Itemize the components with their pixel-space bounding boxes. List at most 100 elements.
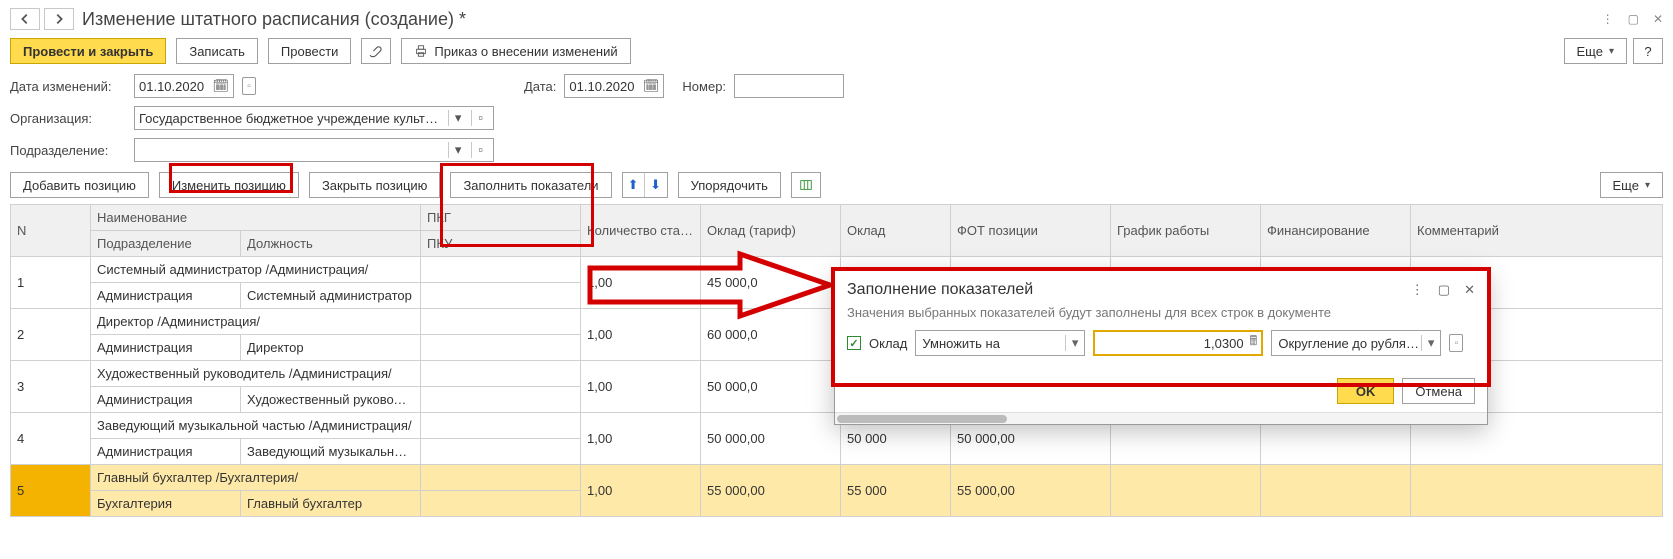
cell-pku	[421, 335, 581, 361]
popup-close-icon[interactable]: ✕	[1464, 282, 1475, 298]
move-down-button[interactable]: ⬇	[645, 173, 667, 197]
cell-name: Системный администратор /Администрация/	[91, 257, 421, 283]
date-input[interactable]: 01.10.2020 🗓	[564, 74, 664, 98]
attach-button[interactable]	[361, 38, 391, 64]
cell-dept: Администрация	[91, 283, 241, 309]
popup-cancel-button[interactable]: Отмена	[1402, 378, 1475, 404]
col-comment: Комментарий	[1411, 205, 1663, 257]
operation-value: Умножить на	[922, 336, 1000, 351]
nav-forward-button[interactable]	[44, 8, 74, 30]
col-n: N	[11, 205, 91, 257]
calculator-icon[interactable]: 🖩	[1250, 332, 1258, 354]
cell-name: Художественный руководитель /Администрац…	[91, 361, 421, 387]
cell-fot: 55 000,00	[951, 465, 1111, 517]
cell-tariff: 55 000,00	[701, 465, 841, 517]
org-label: Организация:	[10, 111, 126, 126]
col-pku: ПКУ	[421, 231, 581, 257]
cell-qty: 1,00	[581, 361, 701, 413]
cell-dept: Бухгалтерия	[91, 491, 241, 517]
arrow-right-icon	[52, 12, 66, 26]
date-change-label: Дата изменений:	[10, 79, 126, 94]
cell-fin	[1261, 465, 1411, 517]
multiplier-value: 1,0300	[1204, 336, 1244, 351]
cell-oklad: 55 000	[841, 465, 951, 517]
chevron-down-icon: ▾	[1421, 335, 1435, 351]
toolbar-more-button[interactable]: Еще ▾	[1564, 38, 1627, 64]
window-new-icon[interactable]: ▢	[1628, 12, 1639, 26]
paperclip-icon	[369, 44, 383, 58]
popup-maximize-icon[interactable]: ▢	[1438, 282, 1450, 298]
nav-back-button[interactable]	[10, 8, 40, 30]
cell-name: Заведующий музыкальной частью /Администр…	[91, 413, 421, 439]
cell-tariff: 45 000,0	[701, 257, 841, 309]
calendar-icon[interactable]: 🗓	[643, 78, 660, 94]
org-input[interactable]: Государственное бюджетное учреждение кул…	[134, 106, 494, 130]
chevron-down-icon[interactable]: ▾	[448, 110, 468, 126]
operation-select[interactable]: Умножить на ▾	[915, 330, 1085, 356]
rounding-select[interactable]: Округление до рубля в бол ▾	[1271, 330, 1441, 356]
cell-name: Главный бухгалтер /Бухгалтерия/	[91, 465, 421, 491]
cell-sched	[1111, 465, 1261, 517]
fill-indicators-popup: Заполнение показателей ⋮ ▢ ✕ Значения вы…	[834, 270, 1488, 425]
sort-button[interactable]: Упорядочить	[678, 172, 781, 198]
cell-pkg	[421, 465, 581, 491]
calendar-icon[interactable]: 🗓	[212, 78, 229, 94]
print-order-button[interactable]: Приказ о внесении изменений	[401, 38, 630, 64]
close-position-button[interactable]: Закрыть позицию	[309, 172, 441, 198]
col-qty: Количество ставок	[581, 205, 701, 257]
cell-pkg	[421, 309, 581, 335]
oklad-checkbox[interactable]: ✓	[847, 336, 861, 350]
date-change-input[interactable]: 01.10.2020 🗓	[134, 74, 234, 98]
col-name: Наименование	[91, 205, 421, 231]
number-input[interactable]	[734, 74, 844, 98]
popup-scrollbar[interactable]	[835, 412, 1487, 424]
window-close-icon[interactable]: ✕	[1653, 12, 1663, 26]
add-position-button[interactable]: Добавить позицию	[10, 172, 149, 198]
col-fin: Финансирование	[1261, 205, 1411, 257]
print-order-label: Приказ о внесении изменений	[434, 44, 617, 59]
cell-pku	[421, 491, 581, 517]
arrow-up-icon: ⬆	[628, 177, 639, 193]
window-more-icon[interactable]: ⋮	[1602, 12, 1614, 26]
cell-n: 1	[11, 257, 91, 309]
cell-pkg	[421, 361, 581, 387]
columns-settings-button[interactable]	[791, 172, 821, 198]
cell-pku	[421, 283, 581, 309]
tablebar-more-button[interactable]: Еще ▾	[1600, 172, 1663, 198]
org-value: Государственное бюджетное учреждение кул…	[139, 111, 444, 126]
cell-qty: 1,00	[581, 413, 701, 465]
dept-input[interactable]: ▾▫	[134, 138, 494, 162]
fill-indicators-button[interactable]: Заполнить показатели	[450, 172, 611, 198]
cell-comment	[1411, 465, 1663, 517]
cell-dept: Администрация	[91, 439, 241, 465]
printer-icon	[414, 44, 428, 58]
cell-tariff: 50 000,00	[701, 413, 841, 465]
cell-qty: 1,00	[581, 257, 701, 309]
post-and-close-button[interactable]: Провести и закрыть	[10, 38, 166, 64]
rounding-clear-button[interactable]: ▫	[1449, 334, 1463, 352]
popup-more-icon[interactable]: ⋮	[1411, 282, 1424, 298]
col-sched: График работы	[1111, 205, 1261, 257]
help-button[interactable]: ?	[1633, 38, 1663, 64]
cell-name: Директор /Администрация/	[91, 309, 421, 335]
arrow-down-icon: ⬇	[650, 177, 661, 193]
oklad-checkbox-label: Оклад	[869, 336, 907, 351]
date-label: Дата:	[524, 79, 556, 94]
dept-label: Подразделение:	[10, 143, 126, 158]
multiplier-input[interactable]: 1,0300 🖩	[1093, 330, 1263, 356]
edit-position-button[interactable]: Изменить позицию	[159, 172, 299, 198]
open-icon[interactable]: ▫	[471, 110, 489, 126]
col-oklad: Оклад	[841, 205, 951, 257]
save-button[interactable]: Записать	[176, 38, 258, 64]
arrow-left-icon	[18, 12, 32, 26]
chevron-down-icon[interactable]: ▾	[448, 142, 468, 158]
open-icon[interactable]: ▫	[471, 142, 489, 158]
cell-n: 4	[11, 413, 91, 465]
post-button[interactable]: Провести	[268, 38, 352, 64]
date-change-clear-button[interactable]: ▫	[242, 77, 256, 95]
date-value: 01.10.2020	[569, 79, 634, 94]
move-up-button[interactable]: ⬆	[623, 173, 645, 197]
table-row[interactable]: 5Главный бухгалтер /Бухгалтерия/1,0055 0…	[11, 465, 1663, 491]
popup-ok-button[interactable]: OK	[1337, 378, 1395, 404]
col-fot: ФОТ позиции	[951, 205, 1111, 257]
